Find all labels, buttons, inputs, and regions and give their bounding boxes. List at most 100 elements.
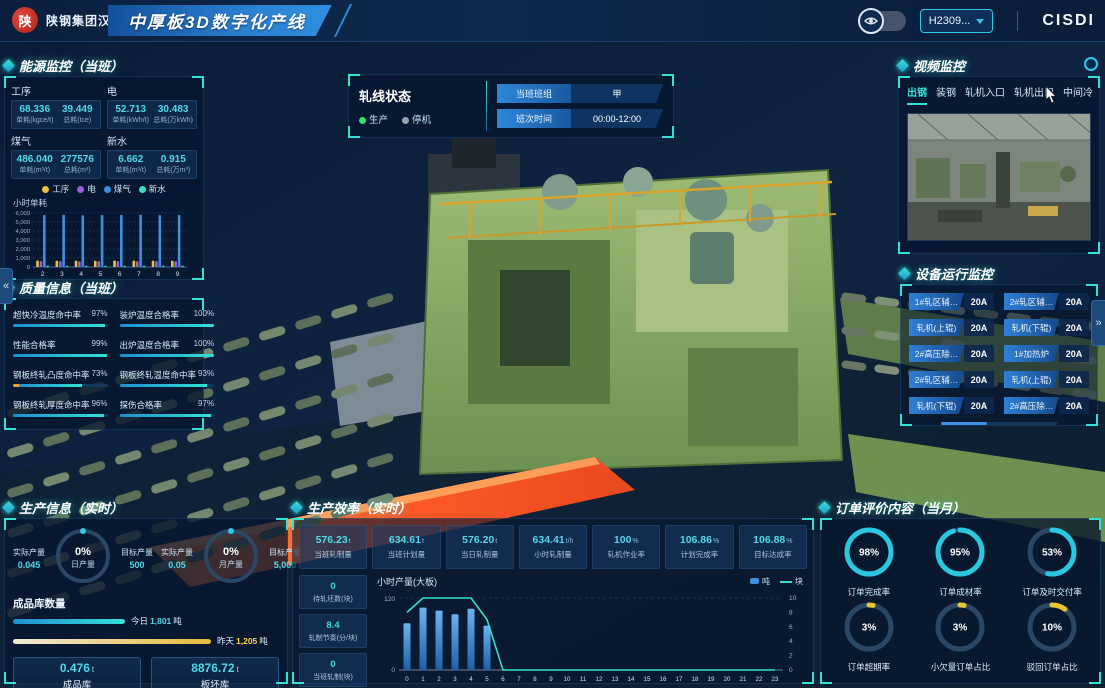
diamond-icon bbox=[290, 501, 303, 514]
camera-tab-轧机入口[interactable]: 轧机入口 bbox=[965, 84, 1005, 105]
camera-tab-出钢[interactable]: 出钢 bbox=[907, 84, 927, 105]
stat-value: 576.20t bbox=[462, 534, 497, 546]
quality-item-label: 钢板终轧厚度命中率96% bbox=[13, 399, 108, 411]
hourly-output-legend: 吨块 bbox=[750, 576, 803, 587]
left-panel-collapse-tab[interactable]: « bbox=[0, 268, 13, 304]
video-panel-title-text: 视频监控 bbox=[913, 56, 965, 75]
stock-bar-row: 昨天1,205吨 bbox=[13, 635, 279, 647]
legend-item: 电 bbox=[77, 183, 96, 195]
order-gauge: 3%订单超期率 bbox=[825, 600, 913, 673]
efficiency-stat-card: 634.61t当班计划量 bbox=[372, 525, 440, 569]
line-status-legend: 生产停机 bbox=[359, 112, 476, 126]
stat-label: 计划完成率 bbox=[681, 549, 719, 560]
line-status-panel: 轧线状态 生产停机 当班班组甲班次时间00:00-12:00 bbox=[348, 74, 674, 138]
energy-group-name: 工序 bbox=[11, 83, 101, 98]
order-gauge: 98%订单完成率 bbox=[825, 525, 913, 598]
quality-item-label: 钢板终轧温度命中率93% bbox=[120, 369, 215, 381]
energy-metric: 486.040单耗(m³/t) bbox=[15, 154, 55, 175]
svg-text:0: 0 bbox=[27, 265, 30, 271]
status-badge-label: 班次时间 bbox=[497, 109, 571, 128]
svg-text:15: 15 bbox=[644, 676, 651, 683]
efficiency-stat-cards: 576.23t当班轧制量634.61t当班计划量576.20t当日轧制量634.… bbox=[293, 519, 813, 571]
scrollbar-thumb[interactable] bbox=[941, 422, 987, 425]
svg-text:9: 9 bbox=[549, 676, 553, 683]
company-logo: 陕 bbox=[12, 7, 38, 33]
efficiency-stat-card: 106.88%目标达成率 bbox=[739, 525, 807, 569]
gauge-actual-value: 0.05 bbox=[157, 560, 197, 570]
side-card-value: 8.4 bbox=[326, 620, 339, 631]
stock-bars: 今日1,801吨昨天1,205吨 bbox=[5, 613, 287, 649]
line-status-title: 轧线状态 bbox=[359, 86, 476, 105]
svg-text:4: 4 bbox=[789, 638, 793, 645]
output-gauge-group: 实际产量0.045 0% 日产量目标产量500 bbox=[9, 525, 157, 592]
visibility-toggle[interactable] bbox=[860, 11, 906, 31]
svg-text:18: 18 bbox=[692, 676, 699, 683]
energy-metric-label: 单耗(m³/t) bbox=[111, 165, 151, 175]
equipment-panel: 设备运行监控 1#轧区辅…20A2#轧区辅…20A轧机(上辊)20A轧机(下辊)… bbox=[900, 262, 1098, 426]
stat-label: 小时轧制量 bbox=[534, 549, 572, 560]
right-panel-collapse-tab[interactable]: » bbox=[1091, 300, 1105, 346]
svg-text:6: 6 bbox=[501, 676, 505, 683]
svg-text:5,000: 5,000 bbox=[15, 220, 30, 226]
energy-chart-label: 小时单耗 bbox=[5, 197, 203, 209]
energy-group-box: 486.040单耗(m³/t)277576总耗(m³) bbox=[11, 150, 101, 179]
production-info-title: 生产信息（实时） bbox=[4, 496, 288, 518]
gauge-target-label: 目标产量 bbox=[117, 547, 157, 558]
svg-text:2: 2 bbox=[437, 676, 441, 683]
svg-text:21: 21 bbox=[740, 676, 747, 683]
gauge-actual-label: 实际产量 bbox=[157, 547, 197, 558]
svg-text:10: 10 bbox=[564, 676, 571, 683]
order-gauge-label: 驳回订单占比 bbox=[1027, 661, 1078, 673]
energy-metric: 30.483总耗(万kWh) bbox=[153, 104, 193, 125]
energy-metric: 6.662单耗(m³/t) bbox=[111, 154, 151, 175]
energy-metric-groups: 工序68.336单耗(kgce/t)39.449总耗(tce)电52.713单耗… bbox=[5, 77, 203, 181]
stat-value: 634.61t bbox=[389, 534, 424, 546]
equipment-row: 轧机(上辊)20A bbox=[1004, 371, 1089, 388]
quality-item-label: 超快冷温度命中率97% bbox=[13, 309, 108, 321]
svg-text:12: 12 bbox=[596, 676, 603, 683]
quality-progress-bar bbox=[120, 384, 215, 387]
efficiency-side-card: 0当班轧制(块) bbox=[299, 653, 367, 687]
svg-text:17: 17 bbox=[676, 676, 683, 683]
equipment-row: 轧机(上辊)20A bbox=[909, 319, 994, 336]
diamond-icon bbox=[818, 501, 831, 514]
camera-tab-轧机出口[interactable]: 轧机出口 bbox=[1014, 84, 1054, 105]
camera-tab-中间冷[interactable]: 中间冷 bbox=[1063, 84, 1093, 105]
equipment-scrollbar[interactable] bbox=[941, 422, 1057, 425]
header-divider bbox=[1017, 11, 1018, 31]
energy-hourly-bar-chart: 01,0002,0003,0004,0005,0006,00023456789 bbox=[5, 209, 203, 284]
quality-item-label: 钢板终轧凸度命中率73% bbox=[13, 369, 108, 381]
equipment-row: 1#轧区辅…20A bbox=[909, 293, 994, 310]
svg-text:13: 13 bbox=[612, 676, 619, 683]
top-header-bar: 陕 陕钢集团汉钢公司 中厚板3D数字化产线 H2309... CISDI bbox=[0, 0, 1105, 42]
equipment-name: 1#轧区辅… bbox=[909, 293, 964, 310]
equipment-row: 轧机(下辊)20A bbox=[909, 397, 994, 414]
energy-group-name: 电 bbox=[107, 83, 197, 98]
order-gauge-ring: 3% bbox=[842, 600, 896, 659]
quality-item: 钢板终轧厚度命中率96% bbox=[13, 399, 108, 417]
camera-tab-装钢[interactable]: 装钢 bbox=[936, 84, 956, 105]
logo-glyph: 陕 bbox=[18, 11, 31, 30]
equipment-name: 轧机(上辊) bbox=[1004, 371, 1059, 388]
order-gauge-label: 小欠量订单占比 bbox=[931, 661, 991, 673]
svg-text:3: 3 bbox=[453, 676, 457, 683]
equipment-current-value: 20A bbox=[1059, 319, 1089, 336]
video-panel: 视频监控 出钢装钢轧机入口轧机出口中间冷电加热 bbox=[898, 54, 1100, 254]
equipment-name: 轧机(下辊) bbox=[909, 397, 964, 414]
energy-metric-value: 39.449 bbox=[58, 104, 98, 115]
orders-panel-title-text: 订单评价内容（当月） bbox=[835, 498, 965, 517]
hourly-output-chart: 1200024681001234567891011121314151617181… bbox=[373, 588, 807, 688]
order-gauge: 53%订单及时交付率 bbox=[1008, 525, 1096, 598]
order-gauge-ring: 98% bbox=[842, 525, 896, 584]
svg-text:10%: 10% bbox=[1042, 623, 1062, 634]
energy-metric-value: 0.915 bbox=[154, 154, 194, 165]
video-collapse-button[interactable] bbox=[1084, 57, 1098, 71]
legend-item: 新水 bbox=[139, 183, 166, 195]
equipment-row: 2#轧区辅…20A bbox=[909, 371, 994, 388]
line-selector-dropdown[interactable]: H2309... bbox=[920, 9, 994, 33]
camera-feed[interactable] bbox=[907, 113, 1091, 241]
stock-box-value: 0.476t bbox=[60, 661, 94, 675]
stock-box: 8876.72t板坯库 bbox=[151, 657, 279, 688]
status-badge-value: 00:00-12:00 bbox=[571, 109, 663, 128]
quality-progress-bar bbox=[13, 384, 108, 387]
